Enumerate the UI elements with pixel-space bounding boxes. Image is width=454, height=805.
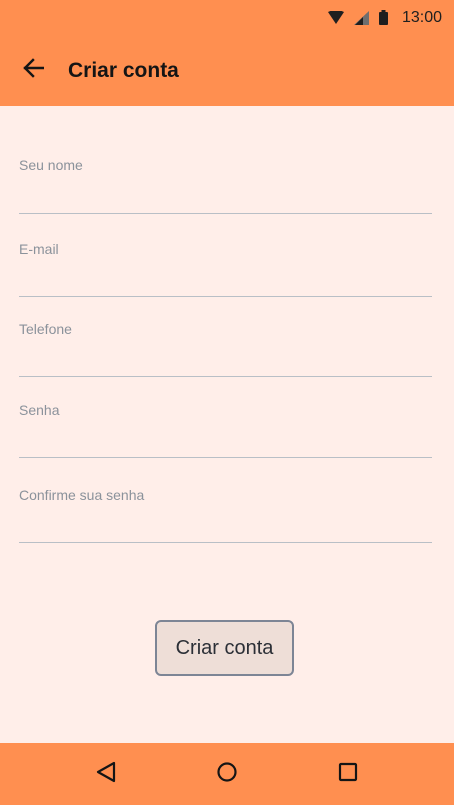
nav-recents-button[interactable] [328,754,368,794]
name-input[interactable] [19,185,432,209]
confirm-password-field-label: Confirme sua senha [19,487,145,503]
confirm-password-field[interactable]: Confirme sua senha [19,481,432,543]
phone-field-label: Telefone [19,321,72,337]
email-field-label: E-mail [19,241,59,257]
confirm-password-input[interactable] [19,514,432,538]
nav-home-icon [216,761,238,788]
status-time: 13:00 [401,8,442,26]
arrow-back-icon [22,58,45,83]
password-input[interactable] [19,429,432,453]
app-bar: Criar conta [0,35,454,106]
status-bar: 13:00 [0,0,454,35]
password-field[interactable]: Senha [19,396,432,458]
name-field[interactable]: Seu nome [19,151,432,214]
password-field-label: Senha [19,402,60,418]
name-field-label: Seu nome [19,157,83,173]
phone-input[interactable] [19,348,432,372]
email-input[interactable] [19,268,432,292]
nav-back-button[interactable] [86,754,126,794]
nav-recents-icon [337,761,359,788]
navigation-bar [0,743,454,805]
nav-home-button[interactable] [207,754,247,794]
nav-back-icon [95,761,117,788]
app-screen: 13:00 Criar conta Seu nome E-mail Telefo… [0,0,454,805]
email-field[interactable]: E-mail [19,235,432,297]
back-button[interactable] [14,52,52,90]
battery-icon [378,10,388,25]
wifi-icon [327,11,344,24]
create-account-button[interactable]: Criar conta [155,620,294,676]
signal-icon [353,10,369,25]
page-title: Criar conta [68,58,179,82]
phone-field[interactable]: Telefone [19,315,432,377]
